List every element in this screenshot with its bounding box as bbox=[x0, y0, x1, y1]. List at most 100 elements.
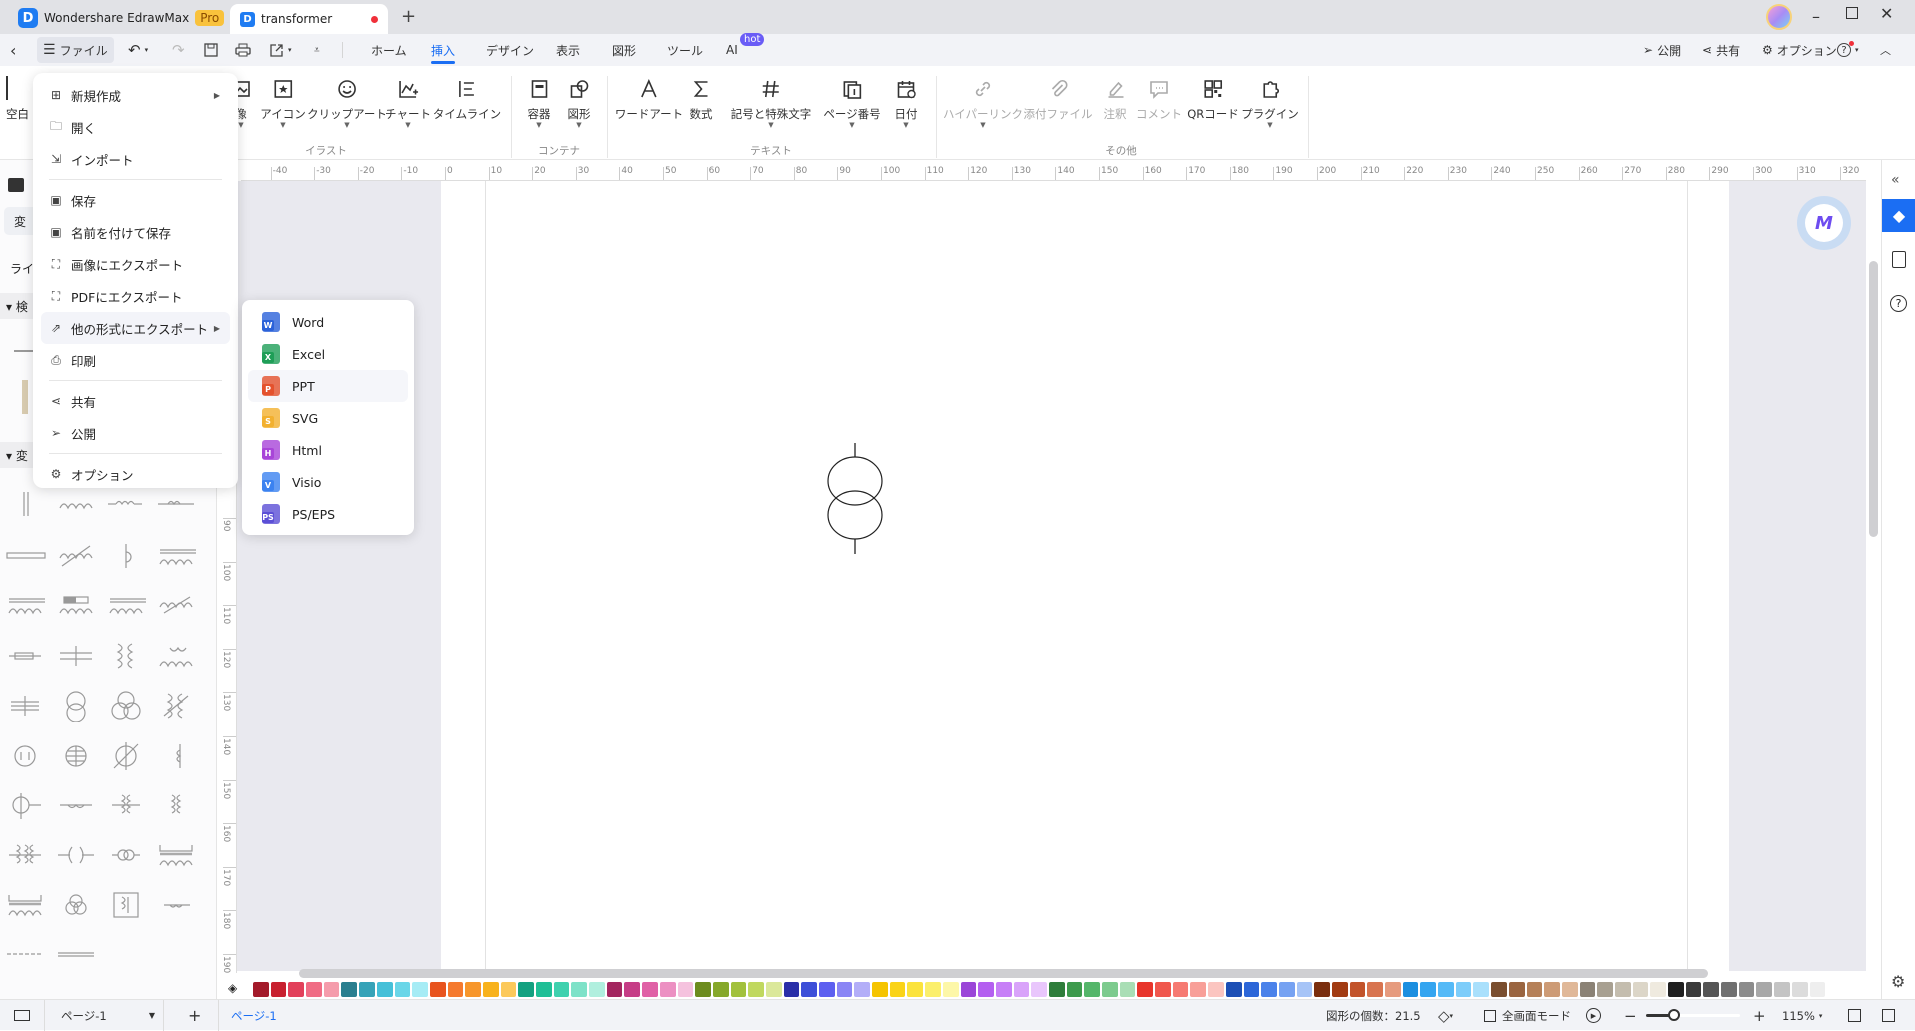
ribbon-button-qr-code[interactable]: QRコード bbox=[1187, 76, 1239, 122]
color-swatch[interactable] bbox=[1349, 981, 1366, 997]
shape-variable-transformer[interactable] bbox=[154, 690, 198, 722]
color-swatch[interactable] bbox=[1438, 981, 1454, 997]
color-swatch[interactable] bbox=[1084, 981, 1100, 997]
color-swatch[interactable] bbox=[1243, 981, 1260, 997]
shape-cross-lines[interactable] bbox=[3, 690, 47, 722]
color-swatch[interactable] bbox=[748, 981, 764, 997]
ribbon-button-attachment[interactable]: 添付ファイル bbox=[1024, 76, 1093, 122]
file-menu-item-save-as[interactable]: ▣ 名前を付けて保存 bbox=[41, 216, 230, 248]
color-swatch[interactable] bbox=[323, 981, 340, 997]
color-swatch[interactable] bbox=[1314, 981, 1330, 997]
color-swatch[interactable] bbox=[1791, 981, 1808, 997]
color-swatch[interactable] bbox=[819, 981, 835, 997]
shape-dashed-line[interactable] bbox=[3, 938, 47, 970]
tab-shape[interactable]: 図形 bbox=[612, 34, 636, 66]
shape-boxed-coil[interactable] bbox=[104, 889, 148, 921]
ribbon-button-shape[interactable]: 図形 ▼ bbox=[568, 76, 591, 129]
undo-icon[interactable]: ↶ ▾ bbox=[128, 34, 148, 66]
close-button[interactable]: ✕ bbox=[1880, 4, 1893, 23]
fit-page-icon[interactable] bbox=[1848, 1000, 1861, 1031]
color-swatch[interactable] bbox=[270, 981, 287, 997]
ribbon-button-page-number[interactable]: ページ番号 ▼ bbox=[823, 76, 881, 129]
color-swatch[interactable] bbox=[1066, 981, 1083, 997]
color-swatch[interactable] bbox=[1526, 981, 1543, 997]
color-swatch[interactable] bbox=[1155, 981, 1171, 997]
shape-thumbnail[interactable] bbox=[14, 350, 34, 352]
color-swatch[interactable] bbox=[253, 981, 269, 997]
settings-gear-icon[interactable]: ⚙ bbox=[1891, 972, 1905, 991]
color-swatch[interactable] bbox=[465, 981, 481, 997]
shape-three-circles[interactable] bbox=[104, 690, 148, 722]
collapse-ribbon-icon[interactable]: ︿ bbox=[1880, 34, 1891, 66]
color-swatch[interactable] bbox=[1119, 981, 1136, 997]
redo-icon[interactable]: ↷ bbox=[172, 34, 185, 66]
shape-bar[interactable] bbox=[3, 540, 47, 572]
color-swatch[interactable] bbox=[589, 981, 605, 997]
color-swatch[interactable] bbox=[359, 981, 375, 997]
color-swatch[interactable] bbox=[1668, 981, 1684, 997]
shape-parallel-lines[interactable] bbox=[3, 488, 47, 520]
back-icon[interactable]: ‹ bbox=[10, 34, 16, 66]
shape-cross-coil[interactable] bbox=[54, 640, 98, 672]
shape-coil-wide[interactable] bbox=[54, 488, 98, 520]
vertical-scrollbar[interactable] bbox=[1869, 261, 1878, 537]
color-swatch[interactable] bbox=[306, 981, 322, 997]
zoom-level[interactable]: 115% ▾ bbox=[1782, 1000, 1822, 1031]
color-swatch[interactable] bbox=[518, 981, 534, 997]
file-menu-item-share[interactable]: ⋖ 共有 bbox=[41, 385, 230, 417]
ribbon-button-hyperlink[interactable]: ハイパーリンク ▼ bbox=[943, 76, 1023, 129]
export-html[interactable]: H Html bbox=[248, 434, 408, 466]
file-menu-item-gear[interactable]: ⚙ オプション bbox=[41, 458, 230, 490]
color-swatch[interactable] bbox=[482, 981, 499, 997]
color-swatch[interactable] bbox=[765, 981, 782, 997]
export-ps-eps[interactable]: PS PS/EPS bbox=[248, 498, 408, 530]
shape-variable-coil[interactable] bbox=[54, 540, 98, 572]
page-panel-icon[interactable] bbox=[14, 1000, 30, 1031]
share-button[interactable]: ⋖ 共有 bbox=[1702, 34, 1740, 66]
shape-coil-small[interactable] bbox=[104, 488, 148, 520]
color-swatch[interactable] bbox=[1561, 981, 1578, 997]
ribbon-button-date[interactable]: 日付 ▼ bbox=[895, 76, 918, 129]
shape-double-coil[interactable] bbox=[154, 640, 198, 672]
ribbon-button-symbol[interactable]: 記号と特殊文字 ▼ bbox=[731, 76, 811, 129]
color-swatch[interactable] bbox=[1756, 981, 1773, 997]
shape-adjust-coil[interactable] bbox=[154, 589, 198, 621]
shape-slider-coil[interactable] bbox=[54, 589, 98, 621]
page-select[interactable]: ページ-1 ▼ bbox=[44, 1000, 164, 1031]
color-swatch[interactable] bbox=[730, 981, 747, 997]
color-swatch[interactable] bbox=[1455, 981, 1472, 997]
color-swatch[interactable] bbox=[1048, 981, 1065, 997]
shape-triple-coil[interactable] bbox=[104, 789, 148, 821]
shape-two-circles[interactable] bbox=[54, 690, 98, 722]
ribbon-button-formula[interactable]: 数式 bbox=[690, 76, 713, 122]
file-menu-item-publish[interactable]: ➢ 公開 bbox=[41, 417, 230, 449]
color-swatch[interactable] bbox=[536, 981, 552, 997]
document-tab[interactable]: D transformer bbox=[230, 4, 388, 34]
shape-double-coil-v[interactable] bbox=[154, 789, 198, 821]
color-swatch[interactable] bbox=[624, 981, 641, 997]
add-page-button[interactable]: + bbox=[188, 1000, 201, 1031]
color-swatch[interactable] bbox=[1579, 981, 1596, 997]
shape-small-coil[interactable] bbox=[3, 640, 47, 672]
ribbon-partial-blank[interactable]: 空白 bbox=[6, 106, 29, 122]
color-swatch[interactable] bbox=[412, 981, 428, 997]
ribbon-button-container[interactable]: 容器 ▼ bbox=[528, 76, 551, 129]
color-swatch[interactable] bbox=[1774, 981, 1790, 997]
color-swatch[interactable] bbox=[1544, 981, 1560, 997]
color-swatch[interactable] bbox=[872, 981, 888, 997]
color-swatch[interactable] bbox=[712, 981, 729, 997]
transformer-shape[interactable] bbox=[825, 441, 885, 557]
shape-circle-arrow[interactable] bbox=[104, 740, 148, 772]
page-tab[interactable]: ページ-1 bbox=[218, 1000, 277, 1031]
save-icon[interactable] bbox=[204, 34, 218, 66]
color-swatch[interactable] bbox=[978, 981, 994, 997]
ribbon-button-comment[interactable]: コメント bbox=[1136, 76, 1182, 122]
color-swatch[interactable] bbox=[783, 981, 800, 997]
zoom-slider[interactable] bbox=[1646, 1009, 1740, 1021]
tab-insert[interactable]: 挿入 bbox=[431, 34, 456, 66]
export-ppt[interactable]: P PPT bbox=[248, 370, 408, 402]
color-swatch[interactable] bbox=[1402, 981, 1419, 997]
color-swatch[interactable] bbox=[1172, 981, 1189, 997]
color-swatch[interactable] bbox=[1420, 981, 1437, 997]
layers-icon[interactable]: ◇ ▾ bbox=[1438, 1000, 1453, 1031]
